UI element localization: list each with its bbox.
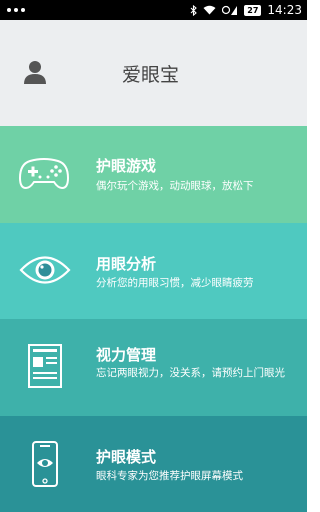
menu-item-title: 视力管理 xyxy=(96,346,157,364)
eye-icon xyxy=(19,256,71,284)
menu-item-title: 护眼游戏 xyxy=(96,157,157,175)
document-icon xyxy=(28,344,62,388)
app-header: 爱眼宝 xyxy=(0,20,307,126)
user-avatar-icon[interactable] xyxy=(24,60,46,84)
notification-dots-icon xyxy=(7,8,25,12)
menu-item-description: 分析您的用眼习惯，减少眼睛疲劳 xyxy=(96,277,254,289)
status-bar: 27 14:23 xyxy=(0,0,307,20)
gamepad-icon xyxy=(18,158,70,190)
battery-indicator: 27 xyxy=(244,4,262,16)
bluetooth-icon xyxy=(190,4,198,16)
phone-eye-icon xyxy=(32,441,58,487)
menu-item-title: 用眼分析 xyxy=(96,255,157,273)
menu-item-eye-protection-mode[interactable]: 护眼模式 眼科专家为您推荐护眼屏幕模式 xyxy=(0,416,307,512)
menu-item-description: 眼科专家为您推荐护眼屏幕模式 xyxy=(96,470,243,482)
status-icons: 27 14:23 xyxy=(190,2,302,18)
wifi-icon xyxy=(203,5,216,15)
menu-item-description: 忘记两眼视力，没关系，请预约上门眼光 xyxy=(96,367,285,379)
menu-item-eye-game[interactable]: 护眼游戏 偶尔玩个游戏，动动眼球，放松下 xyxy=(0,126,307,223)
signal-icon xyxy=(222,5,238,15)
menu-item-title: 护眼模式 xyxy=(96,448,157,466)
menu-item-description: 偶尔玩个游戏，动动眼球，放松下 xyxy=(96,180,254,192)
app-title: 爱眼宝 xyxy=(122,64,180,86)
status-time: 14:23 xyxy=(267,3,302,17)
menu-item-eye-analysis[interactable]: 用眼分析 分析您的用眼习惯，减少眼睛疲劳 xyxy=(0,223,307,319)
menu-item-vision-management[interactable]: 视力管理 忘记两眼视力，没关系，请预约上门眼光 xyxy=(0,319,307,416)
